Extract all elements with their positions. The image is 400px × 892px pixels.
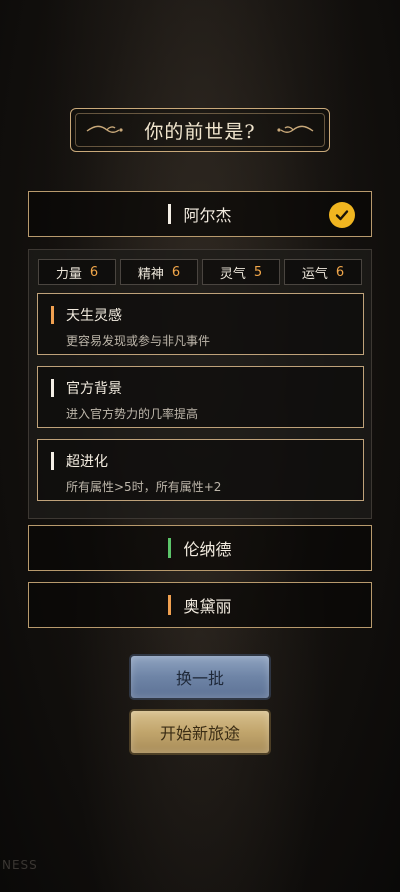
title-banner: 你的前世是? (70, 108, 330, 152)
stat-spirit: 精神 6 (120, 259, 198, 285)
trait-title: 超进化 (66, 454, 108, 470)
trait-title: 天生灵感 (66, 308, 122, 324)
trait-item-2: 官方背景 进入官方势力的几率提高 (37, 366, 364, 428)
stat-label: 运气 (301, 266, 328, 282)
trait-description: 所有属性>5时，所有属性+2 (66, 480, 222, 494)
trait-color-bar (51, 452, 54, 470)
trait-description: 进入官方势力的几率提高 (66, 407, 199, 421)
candidate-color-bar (168, 538, 172, 558)
trait-description: 更容易发现或参与非凡事件 (66, 334, 211, 348)
candidate-detail-panel: 力量 6 精神 6 灵气 5 运气 6 天生灵感 更容易发现或参与非凡事件 官方… (28, 249, 372, 519)
trait-item-1: 天生灵感 更容易发现或参与非凡事件 (37, 293, 364, 355)
refresh-button[interactable]: 换一批 (131, 656, 269, 698)
stat-value: 6 (89, 264, 99, 280)
trait-title: 官方背景 (66, 381, 122, 397)
stat-value: 6 (335, 264, 345, 280)
stat-value: 6 (171, 264, 181, 280)
stat-label: 力量 (55, 266, 82, 282)
stat-value: 5 (253, 264, 263, 280)
candidate-name: 奥黛丽 (183, 597, 232, 616)
stat-label: 灵气 (219, 266, 246, 282)
candidate-card-1[interactable]: 阿尔杰 (28, 191, 372, 237)
check-icon (329, 202, 355, 228)
page-title: 你的前世是? (144, 120, 256, 143)
candidate-name: 伦纳德 (183, 540, 232, 559)
flourish-left-icon (86, 125, 123, 133)
candidate-name: 阿尔杰 (183, 206, 232, 225)
stat-aura: 灵气 5 (202, 259, 280, 285)
watermark: NESS (2, 858, 38, 872)
stat-luck: 运气 6 (284, 259, 362, 285)
trait-color-bar (51, 379, 54, 397)
candidate-card-2[interactable]: 伦纳德 (28, 525, 372, 571)
trait-color-bar (51, 306, 54, 324)
candidate-color-bar (168, 204, 172, 224)
candidate-card-3[interactable]: 奥黛丽 (28, 582, 372, 628)
start-journey-button[interactable]: 开始新旅途 (131, 711, 269, 753)
stat-label: 精神 (137, 266, 164, 282)
trait-item-3: 超进化 所有属性>5时，所有属性+2 (37, 439, 364, 501)
flourish-right-icon (277, 125, 314, 133)
candidate-color-bar (168, 595, 172, 615)
stat-strength: 力量 6 (38, 259, 116, 285)
